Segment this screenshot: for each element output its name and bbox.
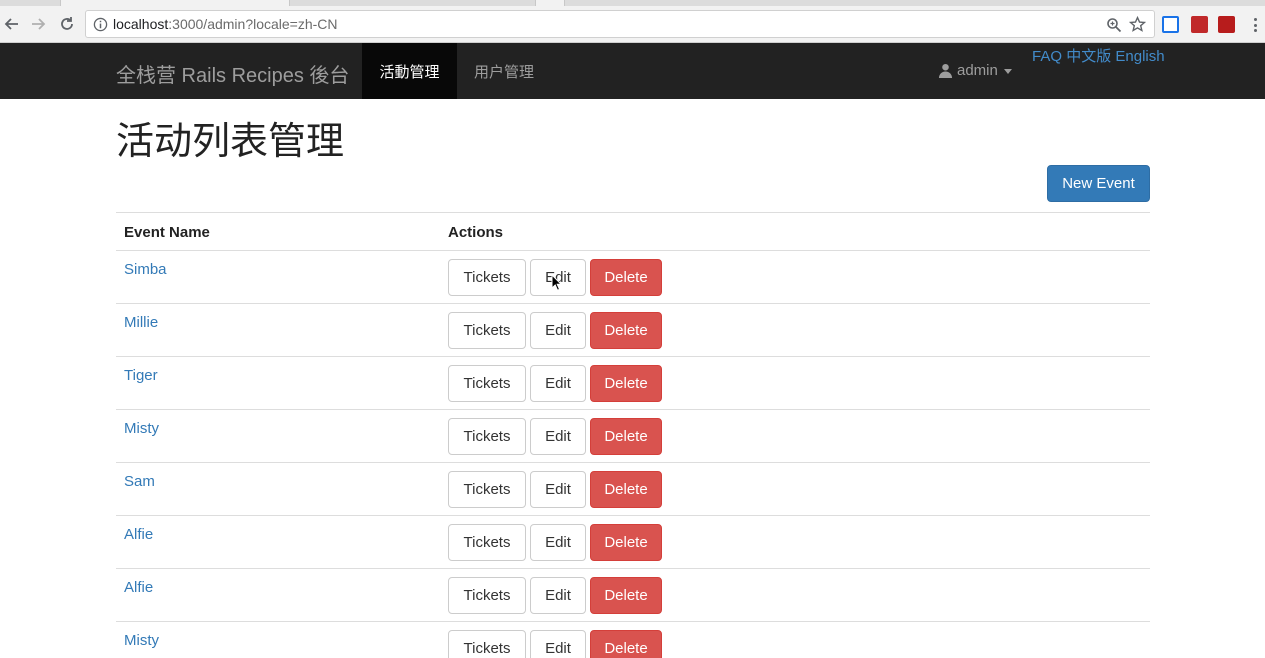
new-event-button[interactable]: New Event (1047, 165, 1150, 202)
edit-button[interactable]: Edit (530, 312, 586, 349)
table-row: Sam Tickets Edit Delete (116, 463, 1150, 516)
delete-button[interactable]: Delete (590, 630, 662, 658)
username: admin (957, 62, 998, 79)
event-name-link[interactable]: Millie (124, 314, 158, 331)
tickets-button[interactable]: Tickets (448, 259, 526, 296)
forward-button[interactable] (28, 14, 48, 34)
url-host: localhost (113, 16, 169, 32)
delete-button[interactable]: Delete (590, 471, 662, 508)
column-header-actions: Actions (448, 224, 504, 241)
nav-item-users[interactable]: 用户管理 (457, 43, 551, 99)
table-row: Misty Tickets Edit Delete (116, 622, 1150, 658)
page-title: 活动列表管理 (116, 121, 345, 163)
extension-camera-icon[interactable] (1162, 16, 1179, 33)
brand-link[interactable]: 全栈营 Rails Recipes 後台 (116, 59, 349, 88)
nav-item-events[interactable]: 活動管理 (362, 43, 457, 99)
mouse-cursor-icon (551, 274, 563, 291)
back-button[interactable] (2, 14, 22, 34)
table-row: Tiger Tickets Edit Delete (116, 357, 1150, 410)
browser-toolbar: localhost:3000/admin?locale=zh-CN (0, 6, 1265, 43)
table-row: Simba Tickets Edit Delete (116, 251, 1150, 304)
bookmark-star-icon[interactable] (1129, 16, 1146, 33)
browser-menu-icon[interactable] (1250, 16, 1260, 34)
tickets-button[interactable]: Tickets (448, 471, 526, 508)
locale-en-link[interactable]: English (1115, 48, 1164, 65)
forward-arrow-icon (32, 18, 46, 30)
delete-button[interactable]: Delete (590, 312, 662, 349)
tickets-button[interactable]: Tickets (448, 524, 526, 561)
locale-zh-link[interactable]: 中文版 (1066, 48, 1111, 65)
edit-button[interactable]: Edit (530, 365, 586, 402)
user-dropdown[interactable]: admin (938, 62, 1012, 79)
url-text[interactable]: localhost:3000/admin?locale=zh-CN (113, 16, 338, 32)
event-name-link[interactable]: Alfie (124, 579, 153, 596)
table-row: Alfie Tickets Edit Delete (116, 569, 1150, 622)
event-name-link[interactable]: Sam (124, 473, 155, 490)
edit-button[interactable]: Edit (530, 524, 586, 561)
table-row: Millie Tickets Edit Delete (116, 304, 1150, 357)
edit-button[interactable]: Edit (530, 630, 586, 658)
delete-button[interactable]: Delete (590, 418, 662, 455)
event-name-link[interactable]: Simba (124, 261, 167, 278)
user-icon (938, 63, 953, 78)
delete-button[interactable]: Delete (590, 259, 662, 296)
locale-links: FAQ 中文版 English (1032, 45, 1165, 66)
event-name-link[interactable]: Misty (124, 632, 159, 649)
delete-button[interactable]: Delete (590, 524, 662, 561)
reload-icon (61, 17, 73, 30)
reload-button[interactable] (57, 14, 77, 34)
delete-button[interactable]: Delete (590, 365, 662, 402)
faq-link[interactable]: FAQ (1032, 48, 1062, 65)
tickets-button[interactable]: Tickets (448, 630, 526, 658)
event-name-link[interactable]: Misty (124, 420, 159, 437)
tickets-button[interactable]: Tickets (448, 365, 526, 402)
tickets-button[interactable]: Tickets (448, 312, 526, 349)
table-row: Misty Tickets Edit Delete (116, 410, 1150, 463)
back-arrow-icon (4, 18, 18, 30)
table-row: Alfie Tickets Edit Delete (116, 516, 1150, 569)
edit-button[interactable]: Edit (530, 577, 586, 614)
edit-button[interactable]: Edit (530, 418, 586, 455)
chevron-down-icon (1003, 69, 1012, 74)
event-name-link[interactable]: Alfie (124, 526, 153, 543)
navbar: 全栈营 Rails Recipes 後台 活動管理 用户管理 admin FAQ… (0, 43, 1265, 99)
url-path: :3000/admin?locale=zh-CN (168, 16, 338, 32)
tickets-button[interactable]: Tickets (448, 577, 526, 614)
zoom-icon[interactable] (1106, 17, 1122, 33)
address-bar[interactable]: localhost:3000/admin?locale=zh-CN (85, 10, 1155, 38)
table-header: Event Name Actions (116, 213, 1150, 251)
event-name-link[interactable]: Tiger (124, 367, 158, 384)
tickets-button[interactable]: Tickets (448, 418, 526, 455)
info-icon[interactable] (93, 17, 108, 32)
edit-button[interactable]: Edit (530, 471, 586, 508)
extension-pdf-icon[interactable] (1218, 16, 1235, 33)
events-table: Event Name Actions Simba Tickets Edit De… (116, 212, 1150, 658)
column-header-event-name: Event Name (124, 224, 210, 241)
delete-button[interactable]: Delete (590, 577, 662, 614)
extension-flash-icon[interactable] (1191, 16, 1208, 33)
